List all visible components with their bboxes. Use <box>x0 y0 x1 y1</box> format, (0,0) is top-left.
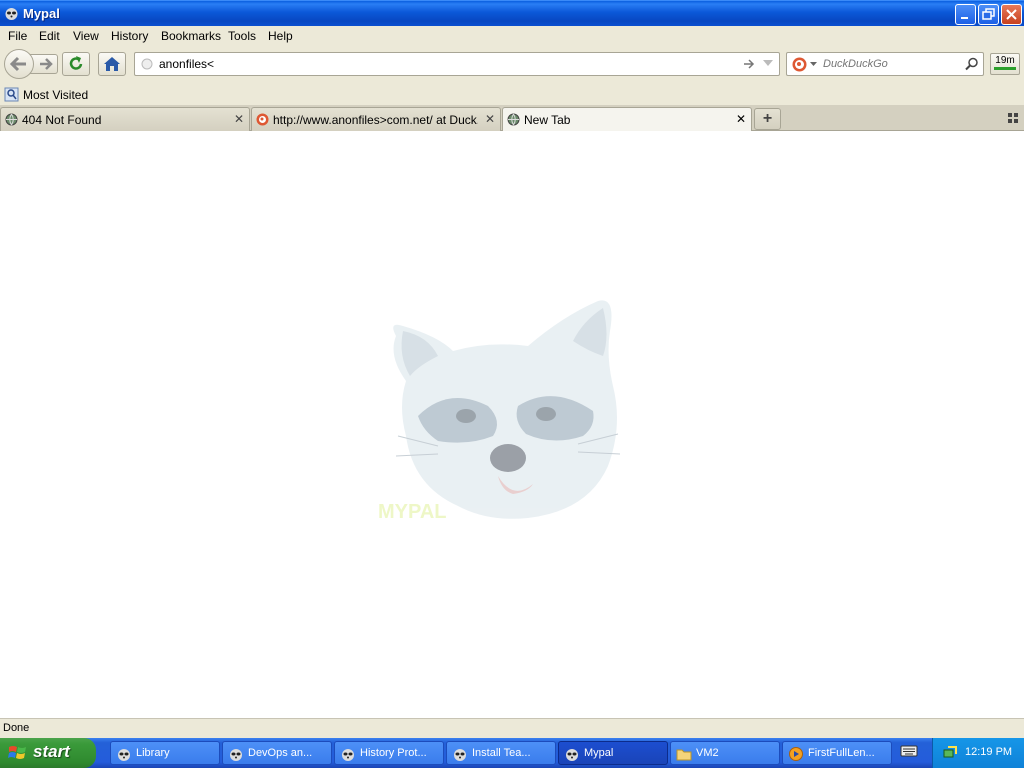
globe-icon <box>141 58 153 70</box>
taskbar-item-mypal[interactable]: Mypal <box>558 741 668 765</box>
list-all-tabs-icon[interactable] <box>1008 113 1018 123</box>
tab-label: 404 Not Found <box>22 113 102 127</box>
home-icon <box>104 57 120 71</box>
page-content: MYPAL <box>0 131 1024 718</box>
back-button[interactable] <box>4 49 34 79</box>
mascot-caption: MYPAL <box>378 501 447 523</box>
address-bar[interactable] <box>134 52 780 76</box>
minimize-icon <box>961 17 968 19</box>
search-icon[interactable] <box>965 57 979 71</box>
start-button[interactable]: start <box>0 738 96 768</box>
url-input[interactable] <box>159 56 739 72</box>
dropdown-arrow-icon[interactable] <box>763 60 773 68</box>
system-tray: 12:19 PM <box>932 738 1024 768</box>
raccoon-icon <box>118 749 130 761</box>
raccoon-icon <box>230 749 242 761</box>
taskbar-item-firstfulllength[interactable]: FirstFullLen... <box>782 741 892 765</box>
taskbar-item-label: VM2 <box>696 747 719 759</box>
tab-label: New Tab <box>524 113 571 127</box>
taskbar-item-label: Install Tea... <box>472 747 531 759</box>
tab-close-icon[interactable]: ✕ <box>234 112 244 126</box>
menu-view[interactable]: View <box>73 29 99 43</box>
taskbar-item-label: FirstFullLen... <box>808 747 875 759</box>
search-bar[interactable] <box>786 52 984 76</box>
close-icon <box>1006 9 1017 20</box>
taskbar-item-label: Mypal <box>584 747 614 759</box>
network-icon[interactable] <box>942 745 958 761</box>
tab-label: http://www.anonfiles>com.net/ at Duck... <box>273 113 478 127</box>
raccoon-app-icon <box>5 8 18 20</box>
menu-edit[interactable]: Edit <box>39 29 60 43</box>
windows-flag-icon <box>8 746 26 759</box>
tab-duckduckgo-search[interactable]: http://www.anonfiles>com.net/ at Duck...… <box>251 107 501 131</box>
new-tab-button[interactable]: + <box>754 108 781 130</box>
window-title: Mypal <box>23 6 60 21</box>
timer-bar <box>994 67 1016 70</box>
timer-label: 19m <box>995 55 1015 66</box>
folder-icon <box>676 749 692 761</box>
back-forward-group <box>4 49 58 79</box>
back-arrow-icon <box>9 56 26 72</box>
menu-help[interactable]: Help <box>268 29 293 43</box>
timer-button[interactable]: 19m <box>990 53 1020 75</box>
tab-close-icon[interactable]: ✕ <box>736 112 746 126</box>
clock[interactable]: 12:19 PM <box>965 746 1012 758</box>
taskbar-item-devops[interactable]: DevOps an... <box>222 741 332 765</box>
most-visited-icon <box>4 87 19 102</box>
taskbar-item-install[interactable]: Install Tea... <box>446 741 556 765</box>
duckduckgo-icon[interactable] <box>792 57 807 72</box>
tab-404-not-found[interactable]: 404 Not Found ✕ <box>0 107 250 131</box>
forward-button[interactable] <box>30 54 58 74</box>
plus-icon: + <box>762 110 773 127</box>
taskbar-item-history-protection[interactable]: History Prot... <box>334 741 444 765</box>
minimize-button[interactable] <box>955 4 976 25</box>
taskbar: start Library DevOps an... History Prot.… <box>0 738 1024 768</box>
media-player-icon <box>789 747 803 761</box>
menu-history[interactable]: History <box>111 29 148 43</box>
go-arrow-icon[interactable] <box>743 58 755 70</box>
bookmarks-toolbar: Most Visited <box>0 84 1024 105</box>
reload-icon <box>69 56 83 70</box>
taskbar-item-label: Library <box>136 747 170 759</box>
raccoon-icon <box>454 749 466 761</box>
raccoon-mascot-logo: MYPAL <box>378 300 621 523</box>
taskbar-item-label: History Prot... <box>360 747 427 759</box>
status-text: Done <box>3 722 30 734</box>
taskbar-item-vm2[interactable]: VM2 <box>670 741 780 765</box>
taskbar-item-label: DevOps an... <box>248 747 313 759</box>
menu-file[interactable]: File <box>8 29 27 43</box>
search-input[interactable] <box>823 56 963 72</box>
taskbar-item-library[interactable]: Library <box>110 741 220 765</box>
tab-close-icon[interactable]: ✕ <box>485 112 495 126</box>
raccoon-icon <box>342 749 354 761</box>
title-bar: Mypal <box>0 0 1024 26</box>
duckduckgo-icon <box>256 113 269 126</box>
tab-strip: 404 Not Found ✕ http://www.anonfiles>com… <box>0 105 1024 132</box>
status-bar: Done <box>0 718 1024 738</box>
start-label: start <box>33 742 70 761</box>
keyboard-icon[interactable] <box>900 744 918 758</box>
navigation-toolbar: 19m <box>0 47 1024 84</box>
restore-button[interactable] <box>978 4 999 25</box>
close-button[interactable] <box>1001 4 1022 25</box>
raccoon-icon <box>566 749 578 761</box>
reload-button[interactable] <box>62 52 90 76</box>
globe-icon <box>507 113 520 126</box>
menu-bar: File Edit View History Bookmarks Tools H… <box>0 26 1024 47</box>
tab-new-tab[interactable]: New Tab ✕ <box>502 107 752 132</box>
most-visited-bookmark[interactable]: Most Visited <box>23 88 88 102</box>
menu-bookmarks[interactable]: Bookmarks <box>161 29 221 43</box>
engine-dropdown-icon[interactable] <box>810 62 817 67</box>
globe-icon <box>5 113 18 126</box>
menu-tools[interactable]: Tools <box>228 29 256 43</box>
home-button[interactable] <box>98 52 126 76</box>
restore-icon <box>982 8 995 20</box>
